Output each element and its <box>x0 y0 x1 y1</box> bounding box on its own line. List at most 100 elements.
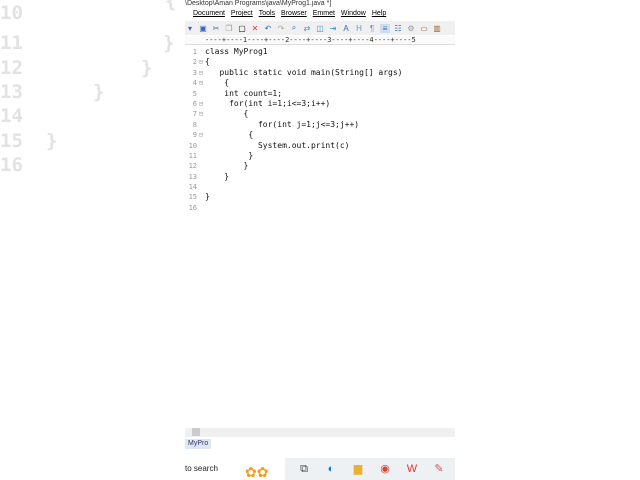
menu-help[interactable]: Help <box>372 10 386 17</box>
task-view-icon[interactable]: ⧉ <box>296 461 312 477</box>
menu-emmet[interactable]: Emmet <box>313 10 335 17</box>
code-text: } <box>205 161 249 171</box>
code-line[interactable]: 10 System.out.print(c) <box>185 141 402 151</box>
panel-right-icon[interactable]: ▥ <box>432 24 442 33</box>
wps-icon[interactable]: W <box>404 461 420 477</box>
replace-icon[interactable]: ⇄ <box>302 24 312 33</box>
chrome-icon[interactable]: ◉ <box>377 461 393 477</box>
fold-icon[interactable]: ⊟ <box>197 68 205 78</box>
code-line[interactable]: 5 int count=1; <box>185 89 402 99</box>
bg-brace: } <box>93 81 105 103</box>
line-number: 5 <box>192 89 197 98</box>
settings-icon[interactable]: ⚙ <box>406 24 416 33</box>
code-line[interactable]: 12 } <box>185 161 402 171</box>
paste-icon[interactable]: ▢ <box>237 24 247 33</box>
line-number: 2 <box>192 58 197 67</box>
line-numbers-icon[interactable]: ☷ <box>393 24 403 33</box>
line-number: 10 <box>188 141 197 150</box>
format-icon[interactable]: ¶ <box>367 24 377 33</box>
code-text: class MyProg1 <box>205 47 268 56</box>
delete-icon[interactable]: ✕ <box>250 24 260 33</box>
fold-icon[interactable]: ⊟ <box>197 109 205 119</box>
code-line[interactable]: 15} <box>185 192 402 202</box>
window-icon[interactable]: ▣ <box>198 24 208 33</box>
code-line[interactable]: 6 ⊟ for(int i=1;i<=3;i++) <box>185 99 402 109</box>
bg-line-number: 12 <box>0 57 23 79</box>
bg-line-number: 13 <box>0 81 23 103</box>
font-icon[interactable]: A <box>341 24 351 33</box>
bg-line-number: 14 <box>0 105 23 127</box>
search-placeholder: to search <box>185 464 218 473</box>
indent-icon[interactable]: ⇥ <box>328 24 338 33</box>
code-line[interactable]: 3 ⊟ public static void main(String[] args… <box>185 68 403 78</box>
code-line[interactable]: 14 <box>185 182 402 192</box>
undo-icon[interactable]: ↶ <box>263 24 273 33</box>
code-text: System.out.print(c) <box>205 140 350 150</box>
save-icon[interactable]: ▾ <box>185 24 195 33</box>
redo-icon[interactable]: ↷ <box>276 24 286 33</box>
find-icon[interactable]: ⌕ <box>289 23 299 33</box>
bg-line-number: 11 <box>0 32 23 54</box>
code-text: { <box>205 130 254 140</box>
ruler: ----+----1----+----2----+----3----+----4… <box>185 36 455 45</box>
bg-line-number: 15 <box>0 130 23 152</box>
code-line[interactable]: 11 } <box>185 151 402 161</box>
panel-icon[interactable]: ▭ <box>419 24 429 33</box>
taskbar: to search ✿✿ ⧉ ◐ ▆ ◉ W ✎ <box>185 458 455 480</box>
edge-icon[interactable]: ◐ <box>323 461 339 477</box>
bg-brace: } <box>46 130 58 152</box>
document-tab[interactable]: MyPro <box>185 439 212 449</box>
line-number: 1 <box>192 48 197 56</box>
code-line[interactable]: 9 ⊟ { <box>185 130 402 140</box>
toolbar: ▾ ▣ ✂ ❐ ▢ ✕ ↶ ↷ ⌕ ⇄ ◫ ⇥ A H ¶ ≡ ☷ ⚙ ▭ ▥ <box>185 21 455 35</box>
horizontal-scrollbar[interactable] <box>185 428 455 437</box>
wrap-icon[interactable]: ≡ <box>380 23 390 33</box>
line-number: 14 <box>188 183 197 192</box>
code-line[interactable]: 13 } <box>185 172 402 182</box>
line-number: 9 <box>192 131 197 140</box>
editor-app-icon[interactable]: ✎ <box>431 461 447 477</box>
menu-document[interactable]: Document <box>193 10 225 17</box>
code-line[interactable]: 16 <box>185 203 402 213</box>
jump-icon[interactable]: ◫ <box>315 24 325 33</box>
code-text: { <box>205 109 249 119</box>
menu-bar: Document Project Tools Browser Emmet Win… <box>185 10 386 17</box>
heading-icon[interactable]: H <box>354 24 364 33</box>
code-line[interactable]: 7 ⊟ { <box>185 109 402 119</box>
code-line[interactable]: 4 ⊟ { <box>185 78 402 88</box>
bg-line-number: 16 <box>0 154 23 176</box>
fold-icon[interactable]: ⊟ <box>197 78 205 88</box>
fold-icon[interactable]: ⊟ <box>197 130 205 140</box>
file-explorer-icon[interactable]: ▆ <box>350 461 366 477</box>
menu-window[interactable]: Window <box>341 10 366 17</box>
code-line[interactable]: 2 ⊟{ <box>185 57 402 67</box>
code-line[interactable]: 1 class MyProg1 <box>185 47 402 57</box>
menu-browser[interactable]: Browser <box>281 10 307 17</box>
window-title: \Desktop\Aman Programs\java\MyProg1.java… <box>185 0 332 7</box>
code-text: { <box>205 78 230 88</box>
line-number: 6 <box>192 99 197 108</box>
editor-window: \Desktop\Aman Programs\java\MyProg1.java… <box>185 0 455 480</box>
line-number: 12 <box>188 162 197 171</box>
copy-icon[interactable]: ❐ <box>224 24 234 33</box>
line-number: 16 <box>188 203 197 212</box>
code-editor[interactable]: 1 class MyProg1 2 ⊟{3 ⊟ public static void m… <box>185 47 403 213</box>
line-number: 4 <box>192 79 197 88</box>
cut-icon[interactable]: ✂ <box>211 24 221 33</box>
code-text: for(int i=1;i<=3;i++) <box>205 98 331 108</box>
line-number: 15 <box>188 193 197 202</box>
fold-icon[interactable]: ⊟ <box>197 57 205 67</box>
menu-tools[interactable]: Tools <box>259 10 275 17</box>
code-text: for(int j=1;j<=3;j++) <box>205 119 360 129</box>
code-text: int count=1; <box>205 88 283 98</box>
code-line[interactable]: 8 for(int j=1;j<=3;j++) <box>185 120 402 130</box>
menu-project[interactable]: Project <box>231 10 253 17</box>
fold-icon[interactable]: ⊟ <box>197 99 205 109</box>
taskbar-search[interactable]: to search ✿✿ <box>185 458 285 480</box>
bg-brace: } <box>141 57 153 79</box>
search-highlight-flower-icon: ✿✿ <box>245 464 269 480</box>
bg-brace: { <box>165 0 177 12</box>
code-text: } <box>205 171 230 181</box>
line-number: 11 <box>188 151 197 160</box>
code-text: } <box>205 192 210 202</box>
